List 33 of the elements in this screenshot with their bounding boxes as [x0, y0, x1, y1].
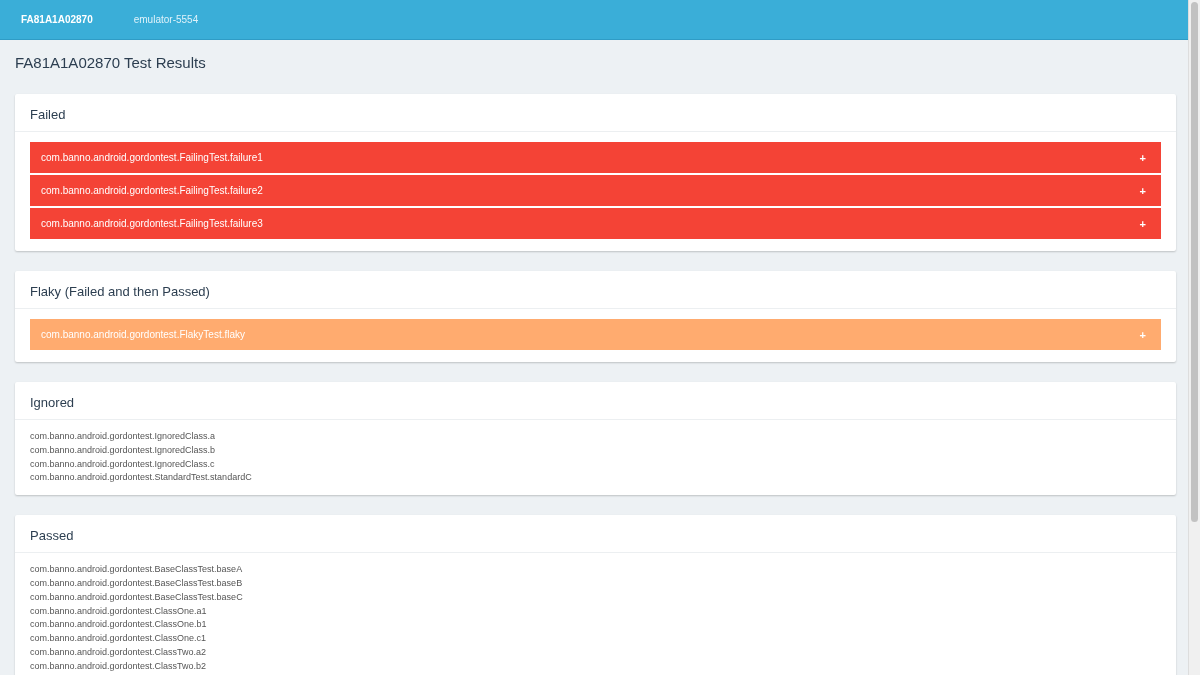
test-name: com.banno.android.gordontest.ClassTwo.b2	[30, 659, 208, 673]
test-name: com.banno.android.gordontest.IgnoredClass.c	[30, 457, 216, 471]
test-name: com.banno.android.gordontest.IgnoredClass.a	[30, 430, 217, 443]
test-name: com.banno.android.gordontest.IgnoredClass.b	[30, 443, 217, 457]
section-title: Passed	[15, 515, 1176, 554]
test-name: com.banno.android.gordontest.BaseClassTest.baseA	[30, 563, 244, 577]
test-name: com.banno.android.gordontest.ClassOne.b1	[30, 618, 208, 632]
expand-toggle[interactable]: +	[1139, 184, 1146, 197]
test-result-row[interactable]: com.banno.android.gordontest.FailingTest.failure3 +	[30, 208, 1161, 239]
test-name: com.banno.android.gordontest.BaseClassTest.baseB	[30, 577, 244, 590]
test-name: com.banno.android.gordontest.ClassOne.c1	[30, 632, 208, 646]
test-result-row[interactable]: com.banno.android.gordontest.FlakyTest.flaky +	[30, 319, 1161, 350]
test-result-row[interactable]: com.banno.android.gordontest.FailingTest.failure1 +	[30, 142, 1161, 173]
expand-toggle[interactable]: +	[1139, 217, 1146, 230]
test-name: com.banno.android.gordontest.FailingTest.failure3	[41, 218, 263, 229]
scrollbar-track[interactable]	[1188, 0, 1200, 675]
test-name: com.banno.android.gordontest.FailingTest.failure1	[41, 152, 263, 163]
device-tab[interactable]: emulator-5554	[133, 14, 199, 25]
expand-toggle[interactable]: +	[1139, 328, 1146, 341]
page-title: FA81A1A02870 Test Results	[15, 54, 207, 72]
test-name: com.banno.android.gordontest.FlakyTest.flaky	[41, 329, 245, 340]
scrollbar-thumb[interactable]	[1191, 2, 1198, 522]
test-name: com.banno.android.gordontest.ClassTwo.a2	[30, 645, 208, 659]
section-title: Flaky (Failed and then Passed)	[15, 271, 1176, 309]
test-name: com.banno.android.gordontest.ClassOne.a1	[30, 604, 208, 618]
test-name: com.banno.android.gordontest.BaseClassTest.baseC	[30, 590, 244, 604]
test-name: com.banno.android.gordontest.StandardTest.standardC	[30, 471, 253, 485]
section-title: Ignored	[15, 382, 1176, 420]
expand-toggle[interactable]: +	[1139, 151, 1146, 164]
test-name: com.banno.android.gordontest.FailingTest.failure2	[41, 185, 263, 196]
section-title: Failed	[15, 94, 1176, 132]
device-tab[interactable]: FA81A1A02870	[21, 14, 93, 25]
test-result-row[interactable]: com.banno.android.gordontest.FailingTest.failure2 +	[30, 175, 1161, 206]
